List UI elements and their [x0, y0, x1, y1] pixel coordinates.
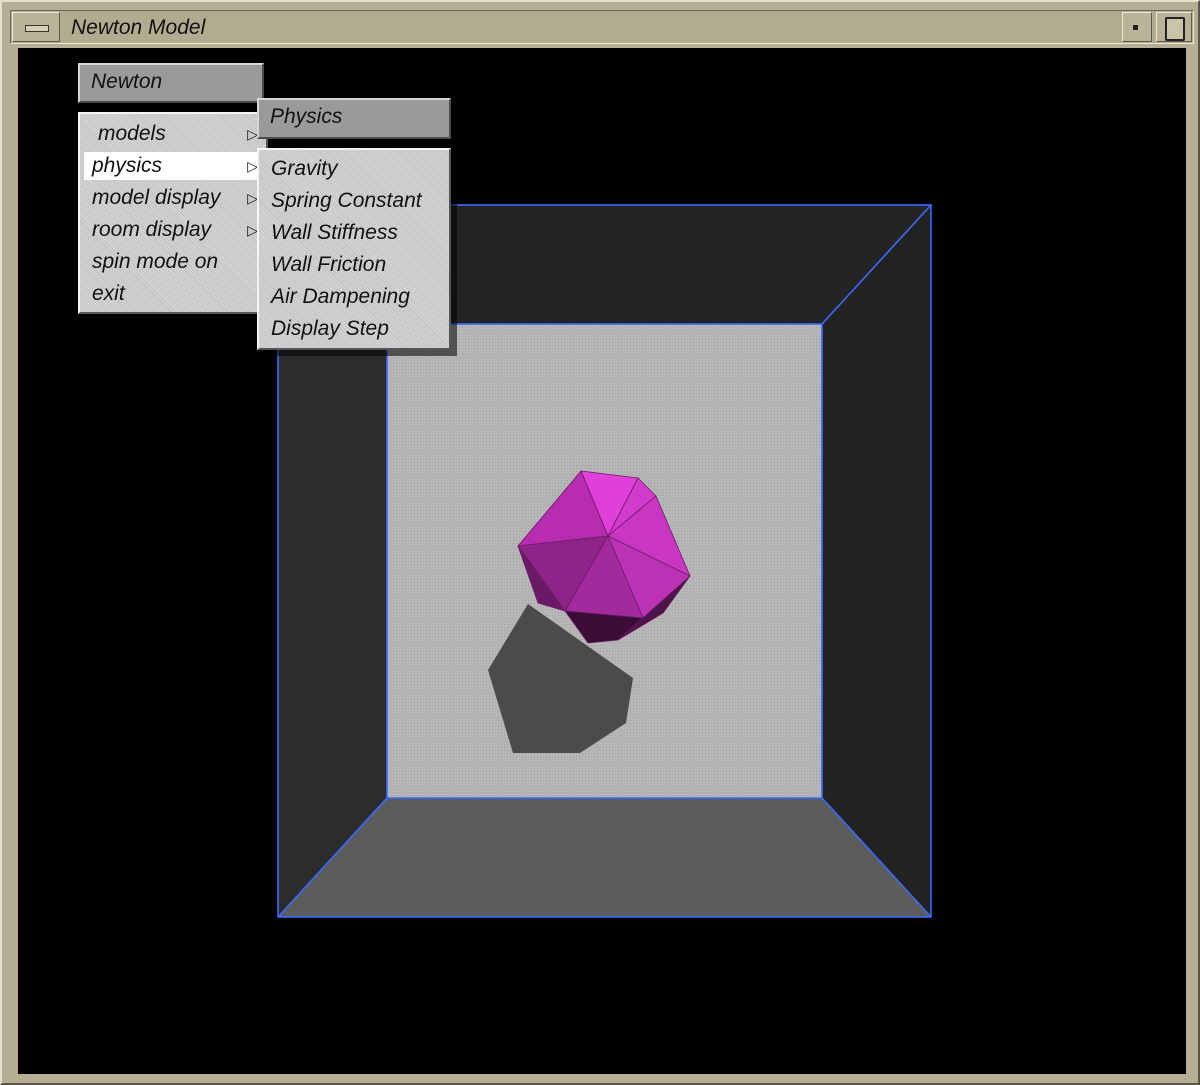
window-menu-bar-icon	[25, 25, 49, 32]
menu-item-label: room display	[92, 218, 212, 241]
menu-item-display-step[interactable]: Display Step	[263, 315, 445, 343]
physics-menu-title: Physics	[257, 98, 451, 139]
menu-item-label: spin mode on	[92, 250, 219, 273]
menu-item-label: Air Dampening	[271, 285, 410, 308]
menu-item-exit[interactable]: exit	[84, 280, 262, 308]
menu-item-label: exit	[92, 282, 125, 305]
menu-item-label: Wall Friction	[271, 253, 387, 276]
menu-item-physics[interactable]: physics ▷	[84, 152, 262, 180]
newton-menu: models ▷ physics ▷ model display ▷ room …	[78, 112, 268, 314]
menu-item-models[interactable]: models ▷	[84, 120, 262, 148]
maximize-square-icon	[1165, 17, 1185, 41]
menu-item-wall-friction[interactable]: Wall Friction	[263, 251, 445, 279]
menu-item-label: models	[98, 122, 166, 145]
menu-item-label: model display	[92, 186, 221, 209]
maximize-button[interactable]	[1156, 12, 1192, 42]
room-floor	[278, 798, 931, 917]
physics-submenu: Gravity Spring Constant Wall Stiffness W…	[257, 148, 451, 350]
menu-item-label: Gravity	[271, 157, 338, 180]
menu-item-gravity[interactable]: Gravity	[263, 155, 445, 183]
menu-item-label: Display Step	[271, 317, 389, 340]
menu-item-label: physics	[92, 154, 163, 177]
menu-item-model-display[interactable]: model display ▷	[84, 184, 262, 212]
menu-item-wall-stiffness[interactable]: Wall Stiffness	[263, 219, 445, 247]
newton-menu-title: Newton	[78, 63, 264, 103]
minimize-dot-icon	[1133, 25, 1138, 30]
menu-item-room-display[interactable]: room display ▷	[84, 216, 262, 244]
newton-model-window: Newton Model Newton models ▷ physics ▷ m…	[0, 0, 1200, 1085]
menu-item-label: Wall Stiffness	[271, 221, 398, 244]
menu-item-spring-constant[interactable]: Spring Constant	[263, 187, 445, 215]
room-right-wall	[822, 205, 931, 917]
menu-item-air-dampening[interactable]: Air Dampening	[263, 283, 445, 311]
menu-item-spin-mode-on[interactable]: spin mode on	[84, 248, 262, 276]
menu-item-label: Spring Constant	[271, 189, 422, 212]
title-bar[interactable]: Newton Model	[10, 10, 1194, 44]
minimize-button[interactable]	[1122, 12, 1152, 42]
window-menu-button[interactable]	[12, 12, 60, 42]
window-title: Newton Model	[71, 16, 206, 39]
